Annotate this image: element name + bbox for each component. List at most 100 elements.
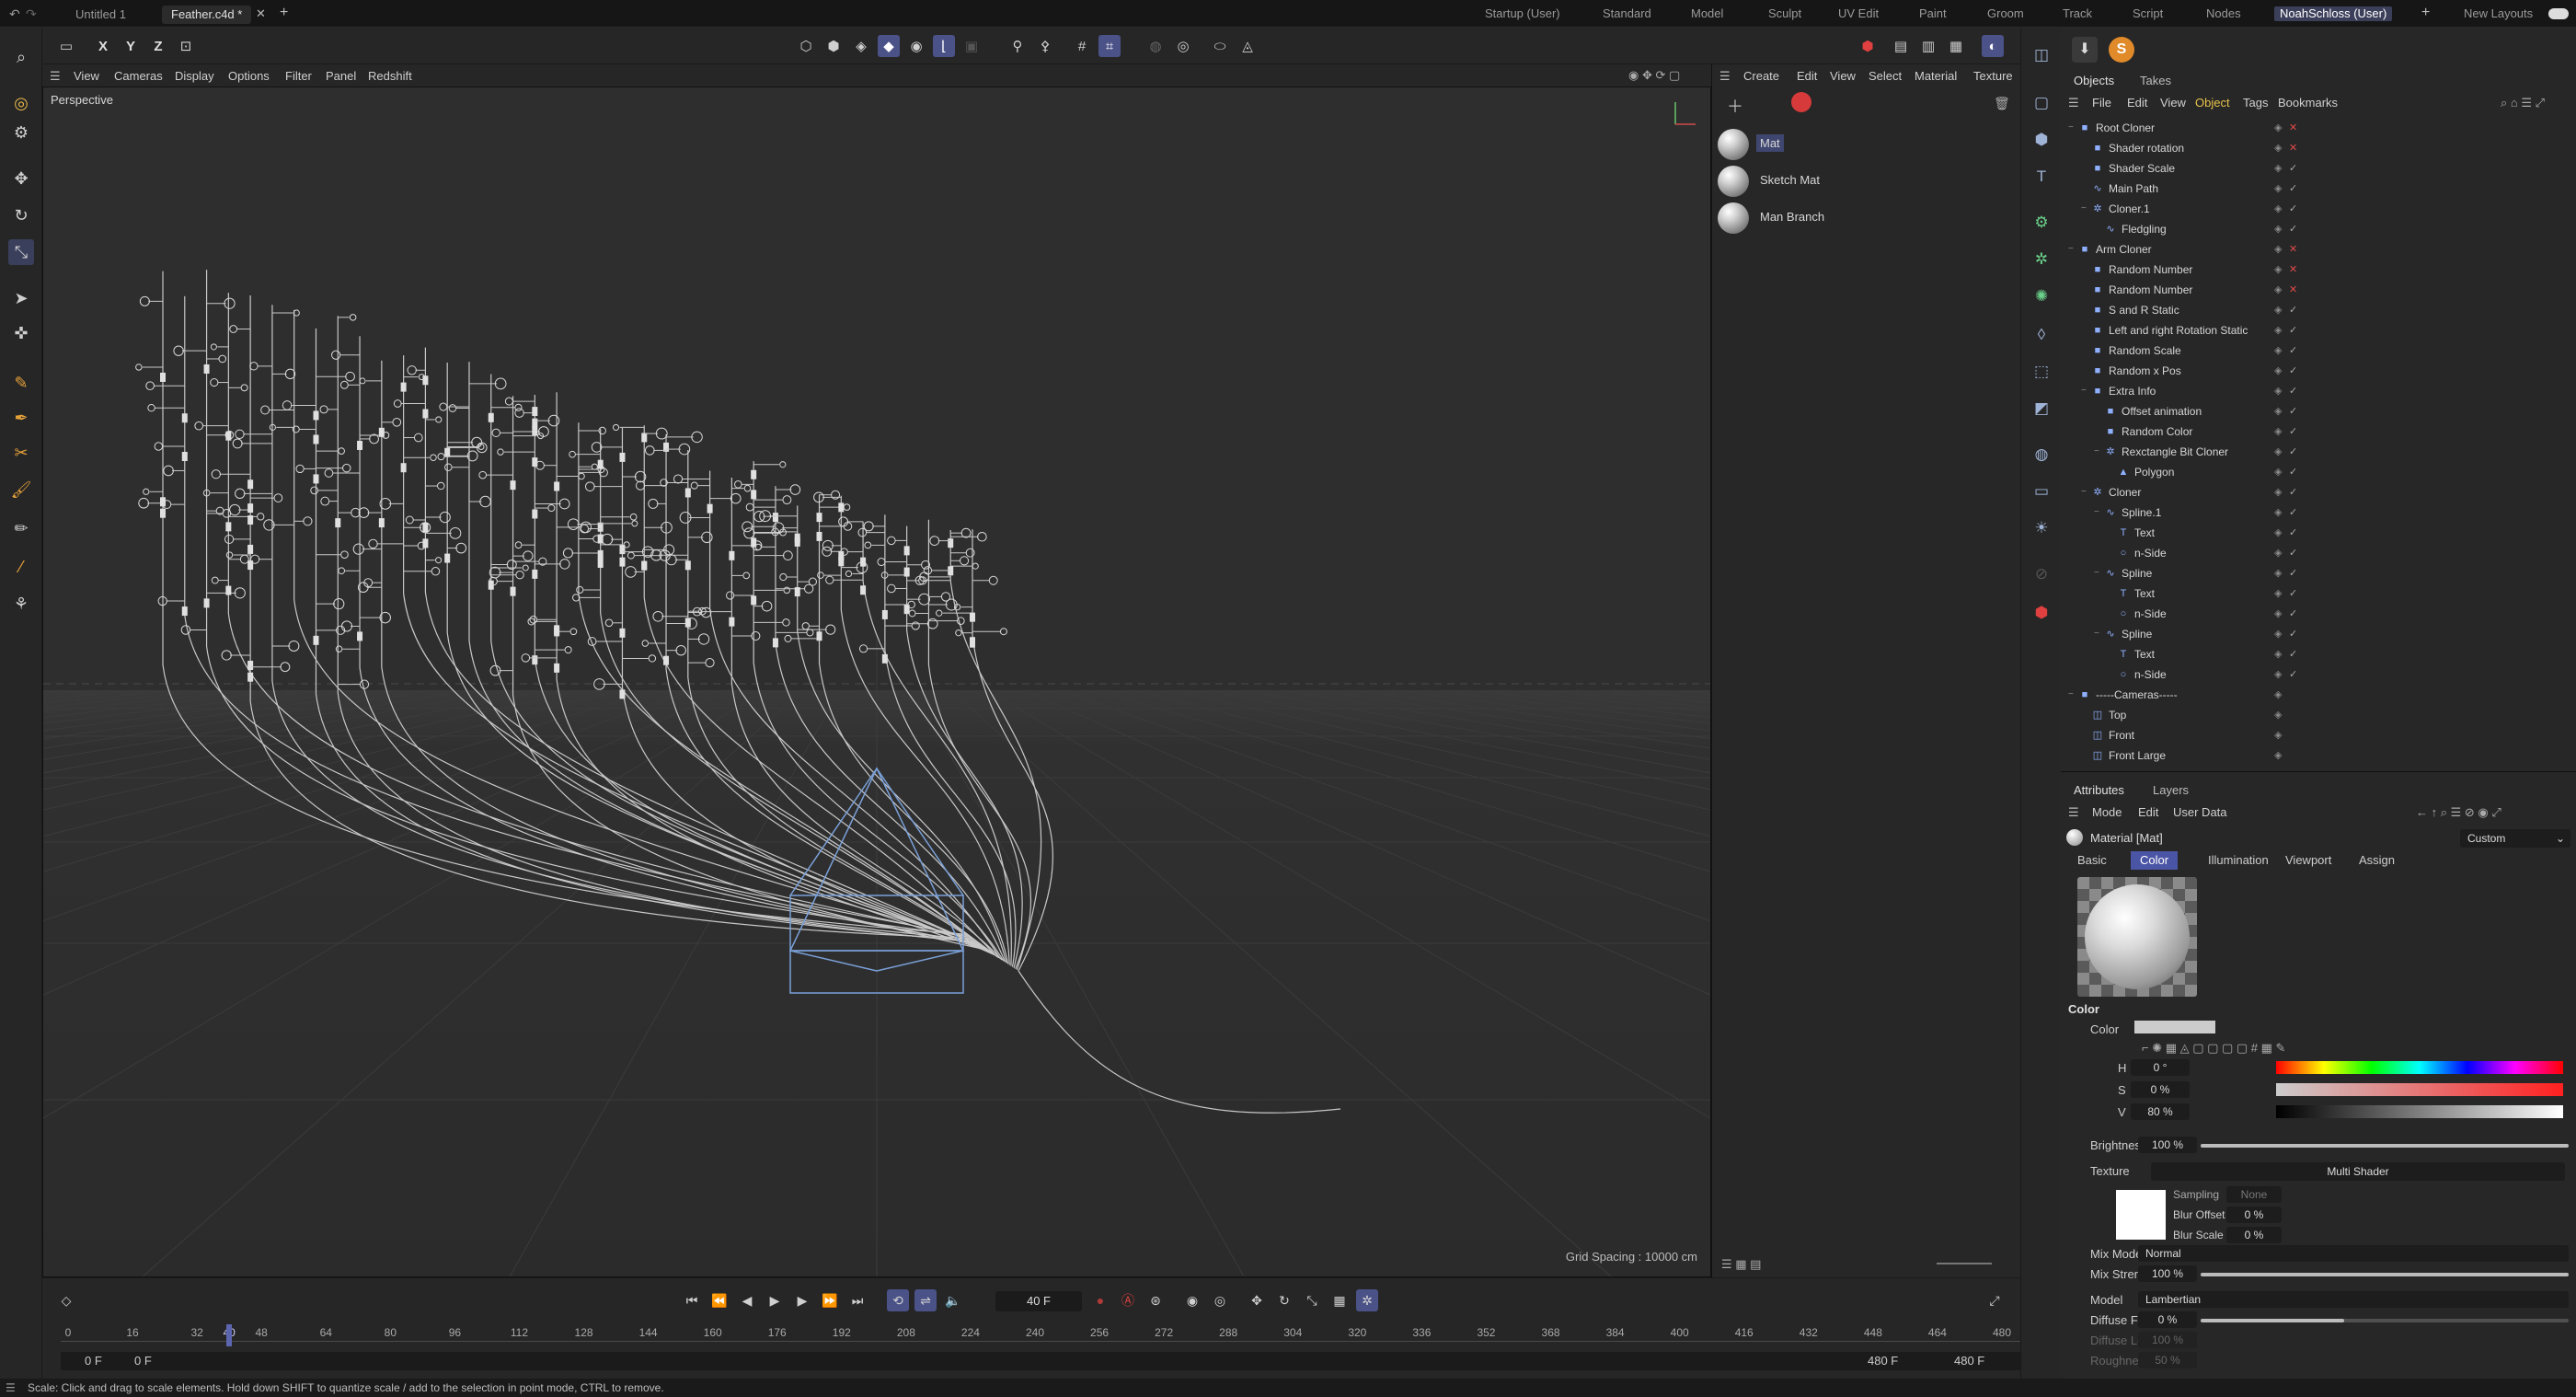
enabled-icon[interactable]: ✓ — [2289, 442, 2297, 462]
tab-attributes[interactable]: Attributes — [2074, 783, 2124, 797]
undo-icon[interactable]: ↶ — [9, 6, 20, 22]
object-row[interactable]: ◫ Front ◈ — [2061, 725, 2576, 745]
object-row[interactable]: − ■ -----Cameras----- ◈ — [2061, 685, 2576, 705]
attr-nav-icons[interactable]: ← ↑ ⌕ ☰ ⊘ ◉ ⤢ — [2416, 805, 2501, 820]
coordinate-system-icon[interactable]: ⊡ — [175, 35, 197, 57]
enabled-icon[interactable]: ✓ — [2289, 644, 2297, 664]
enabled-icon[interactable]: ✓ — [2289, 361, 2297, 381]
enabled-icon[interactable]: ✓ — [2289, 179, 2297, 199]
material-item-sketch[interactable]: Sketch Mat — [1716, 164, 2018, 197]
disabled-icon[interactable]: ✕ — [2289, 118, 2297, 138]
enabled-icon[interactable]: ✓ — [2289, 583, 2297, 604]
diffuse-falloff-field[interactable]: 0 % — [2138, 1311, 2197, 1328]
disabled-icon[interactable]: ✕ — [2289, 280, 2297, 300]
solo-icon[interactable]: ⚴ — [1034, 35, 1056, 57]
range-start2-field[interactable]: 0 F — [134, 1354, 152, 1368]
cube-icon[interactable]: ⬢ — [2029, 127, 2054, 153]
enabled-icon[interactable]: ✓ — [2289, 401, 2297, 421]
layout-uv-edit[interactable]: UV Edit — [1838, 6, 1879, 21]
range-end-field[interactable]: 480 F — [1868, 1354, 1898, 1368]
visibility-icon[interactable]: ◈ — [2274, 199, 2282, 219]
om-toolbar-icons[interactable]: ⌕ ⌂ ☰ ⤢ — [2501, 96, 2545, 110]
collapse-icon[interactable]: − — [2068, 239, 2079, 260]
object-row[interactable]: ◫ Top ◈ — [2061, 705, 2576, 725]
object-row[interactable]: − ■ Extra Info ◈ ✓ — [2061, 381, 2576, 401]
tab-takes[interactable]: Takes — [2140, 74, 2171, 87]
download-icon[interactable]: ⬇ — [2072, 37, 2098, 63]
mix-mode-dropdown[interactable]: Normal — [2138, 1245, 2569, 1262]
collapse-icon[interactable]: − — [2081, 199, 2092, 219]
menu-cameras[interactable]: Cameras — [114, 69, 163, 83]
subtab-color[interactable]: Color — [2131, 851, 2179, 870]
tab-layers[interactable]: Layers — [2153, 783, 2189, 797]
points-mode-icon[interactable]: ⬡ — [795, 35, 817, 57]
object-row[interactable]: ∿ Fledgling ◈ ✓ — [2061, 219, 2576, 239]
axis-x-button[interactable]: X — [92, 35, 114, 57]
redshift-icon[interactable]: ⬢ — [2029, 600, 2054, 626]
layout-noahschloss[interactable]: NoahSchloss (User) — [2274, 6, 2393, 21]
rotate-icon[interactable]: ↻ — [8, 202, 34, 228]
preset-dropdown[interactable]: Custom ⌄ — [2460, 829, 2570, 848]
visibility-icon[interactable]: ◈ — [2274, 260, 2282, 280]
locked-workplane-icon[interactable]: ◎ — [1172, 35, 1194, 57]
null-object-icon[interactable]: ▢ — [2029, 90, 2054, 116]
grid-snap-icon[interactable]: # — [1071, 35, 1093, 57]
polygons-mode-icon[interactable]: ◈ — [850, 35, 872, 57]
scene-icon[interactable]: ◩ — [2029, 396, 2054, 421]
axis-y-button[interactable]: Y — [120, 35, 142, 57]
visibility-icon[interactable]: ◈ — [2274, 664, 2282, 685]
diffuse-falloff-slider[interactable] — [2201, 1319, 2569, 1322]
mat-menu-view[interactable]: View — [1830, 69, 1856, 83]
layout-startup[interactable]: Startup (User) — [1485, 6, 1560, 21]
zoom-slider[interactable] — [1937, 1263, 1992, 1264]
visibility-icon[interactable]: ◈ — [2274, 563, 2282, 583]
generator-icon[interactable]: ⚙ — [2029, 210, 2054, 236]
visibility-icon[interactable]: ◈ — [2274, 320, 2282, 341]
enabled-icon[interactable]: ✓ — [2289, 320, 2297, 341]
sculpt-icon[interactable]: ⚘ — [8, 591, 34, 617]
disabled-icon[interactable]: ✕ — [2289, 260, 2297, 280]
camera-icon[interactable]: ▭ — [2029, 479, 2054, 504]
new-tab-icon[interactable]: + — [280, 5, 288, 21]
object-row[interactable]: − ∿ Spline ◈ ✓ — [2061, 624, 2576, 644]
om-menu-edit[interactable]: Edit — [2127, 96, 2147, 110]
hsv-field[interactable]: 80 % — [2131, 1103, 2190, 1120]
visibility-icon[interactable]: ◈ — [2274, 381, 2282, 401]
collapse-icon[interactable]: − — [2068, 685, 2079, 705]
visibility-icon[interactable]: ◈ — [2274, 158, 2282, 179]
new-layouts-button[interactable]: New Layouts — [2464, 6, 2533, 21]
visibility-icon[interactable]: ◬ — [1236, 35, 1259, 57]
hsv-field[interactable]: 0 ° — [2131, 1059, 2190, 1076]
close-tab-icon[interactable]: ✕ — [256, 6, 266, 21]
visibility-icon[interactable]: ◈ — [2274, 523, 2282, 543]
render-view-icon[interactable]: ▤ — [1890, 35, 1912, 57]
layout-track[interactable]: Track — [2063, 6, 2092, 21]
uv-mode-icon[interactable]: ▣ — [960, 35, 983, 57]
om-menu-object[interactable]: Object — [2195, 96, 2230, 110]
visibility-icon[interactable]: ◈ — [2274, 138, 2282, 158]
live-selection-icon[interactable]: ◎ — [8, 90, 34, 116]
object-row[interactable]: − ■ Arm Cloner ◈ ✕ — [2061, 239, 2576, 260]
subtab-assign[interactable]: Assign — [2350, 851, 2404, 870]
menu-display[interactable]: Display — [175, 69, 214, 83]
workplane-icon[interactable]: ◍ — [1144, 35, 1167, 57]
text-spline-icon[interactable]: T — [2029, 164, 2054, 190]
menu-filter[interactable]: Filter — [285, 69, 312, 83]
range-start-field[interactable]: 0 F — [85, 1354, 102, 1368]
object-row[interactable]: ■ Random Color ◈ ✓ — [2061, 421, 2576, 442]
om-menu-view[interactable]: View — [2160, 96, 2186, 110]
subtab-basic[interactable]: Basic — [2068, 851, 2116, 870]
paint-icon[interactable]: ✏ — [8, 515, 34, 541]
visibility-icon[interactable]: ◈ — [2274, 482, 2282, 502]
hsv-gradient-slider[interactable] — [2276, 1105, 2563, 1118]
visibility-icon[interactable]: ◈ — [2274, 118, 2282, 138]
enabled-icon[interactable]: ✓ — [2289, 664, 2297, 685]
visibility-icon[interactable]: ◈ — [2274, 179, 2282, 199]
environment-icon[interactable]: ◍ — [2029, 442, 2054, 468]
object-row[interactable]: ■ Random Number ◈ ✕ — [2061, 280, 2576, 300]
redshift-ipr-icon[interactable]: ◐ — [1982, 35, 2004, 57]
hamburger-icon[interactable]: ☰ — [6, 1379, 16, 1397]
hsv-gradient-slider[interactable] — [2276, 1061, 2563, 1074]
om-menu-file[interactable]: File — [2092, 96, 2111, 110]
collapse-icon[interactable]: − — [2094, 624, 2105, 644]
